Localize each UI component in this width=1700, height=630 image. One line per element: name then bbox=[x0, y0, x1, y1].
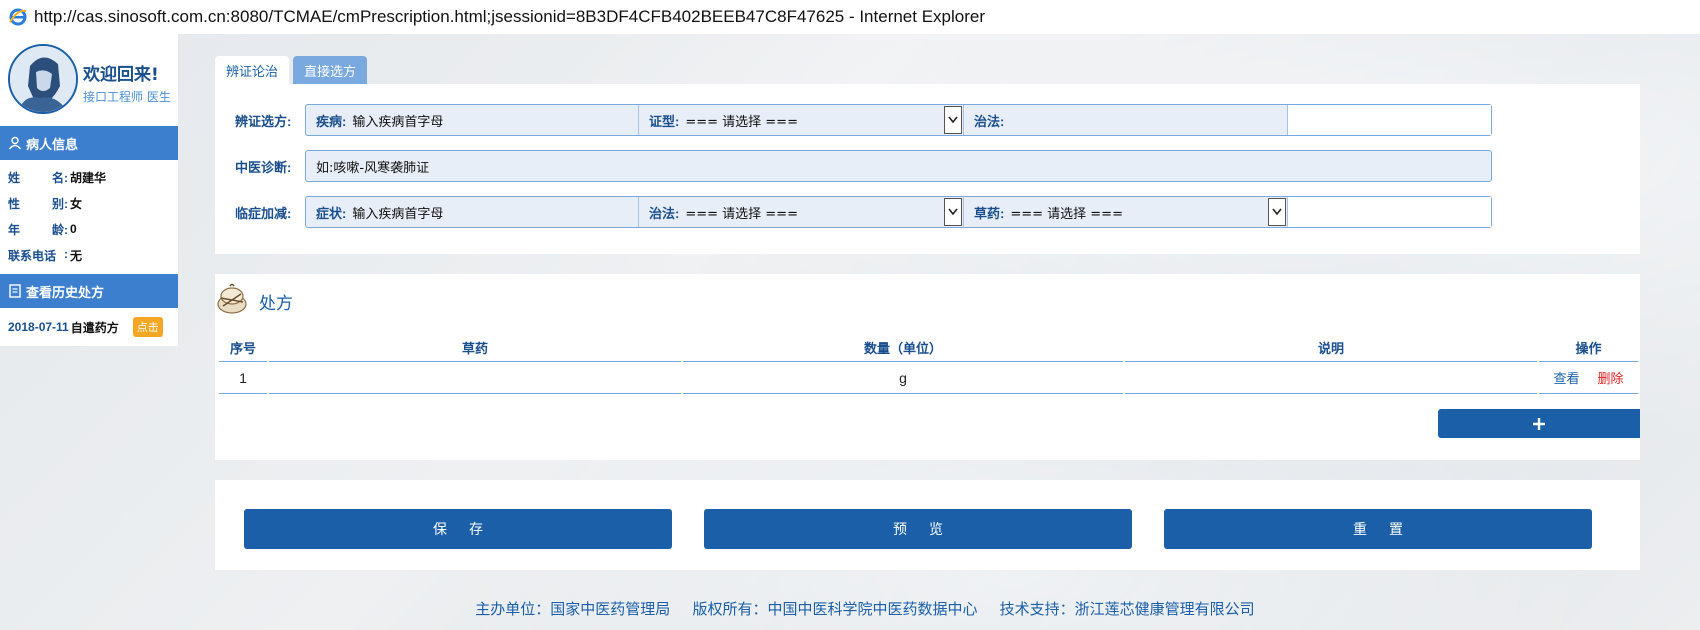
disease-segment: 疾病: 输入疾病首字母 bbox=[306, 105, 639, 135]
tab-direct-select[interactable]: 直接选方 bbox=[293, 56, 368, 84]
document-icon bbox=[8, 284, 22, 298]
patient-info-header: 病人信息 bbox=[0, 126, 178, 160]
select-prescription-extra-field[interactable] bbox=[1288, 105, 1491, 135]
window-titlebar: http://cas.sinosoft.com.cn:8080/TCMAE/cm… bbox=[0, 0, 1700, 34]
therapy2-segment: 治法: === 请选择 === bbox=[639, 197, 964, 227]
patient-name-label: 姓名: bbox=[8, 170, 68, 185]
row-note[interactable] bbox=[1125, 362, 1537, 394]
herb-label: 草药: bbox=[974, 205, 1005, 221]
add-row-button[interactable] bbox=[1438, 409, 1640, 438]
col-note: 说明 bbox=[1125, 334, 1537, 362]
save-button[interactable]: 保存 bbox=[244, 509, 672, 549]
view-link[interactable]: 查看 bbox=[1554, 371, 1580, 386]
patient-age-value: 0 bbox=[70, 222, 77, 236]
preview-button[interactable]: 预览 bbox=[704, 509, 1132, 549]
user-role: 接口工程师 医生 bbox=[83, 90, 171, 104]
reset-button[interactable]: 重置 bbox=[1164, 509, 1592, 549]
select-prescription-group: 疾病: 输入疾病首字母 证型: === 请选择 === 治法: bbox=[305, 104, 1492, 136]
tab-bar: 辨证论治 直接选方 bbox=[215, 56, 368, 84]
patient-age-row: 年龄: 0 bbox=[0, 216, 178, 242]
form-row-diagnosis: 中医诊断: 如:咳嗽-风寒袭肺证 bbox=[235, 150, 1492, 182]
herb-segment: 草药: === 请选择 === bbox=[964, 197, 1288, 227]
col-action: 操作 bbox=[1539, 334, 1638, 362]
row-actions: 查看 删除 bbox=[1539, 362, 1638, 394]
symptom-segment: 症状: 输入疾病首字母 bbox=[306, 197, 639, 227]
select-prescription-label: 辨证选方: bbox=[235, 113, 292, 129]
history-header[interactable]: 查看历史处方 bbox=[0, 274, 178, 308]
therapy2-label: 治法: bbox=[649, 205, 680, 221]
footer-host: 主办单位：国家中医药管理局 bbox=[475, 601, 671, 618]
patient-age-label: 年龄: bbox=[8, 222, 68, 237]
patient-gender-label: 性别: bbox=[8, 196, 68, 211]
therapy2-select-value: === 请选择 === bbox=[685, 206, 798, 222]
history-click-button[interactable]: 点击 bbox=[132, 317, 163, 337]
footer-copyright: 版权所有：中国中医科学院中医药数据中心 bbox=[692, 601, 978, 618]
syndrome-select[interactable]: === 请选择 === bbox=[683, 105, 963, 135]
footer-support: 技术支持：浙江莲芯健康管理有限公司 bbox=[999, 601, 1255, 618]
col-index: 序号 bbox=[219, 334, 267, 362]
herb-bundle-icon bbox=[215, 282, 249, 320]
symptom-input[interactable]: 输入疾病首字母 bbox=[350, 197, 638, 227]
patient-info-title: 病人信息 bbox=[26, 136, 79, 152]
table-header-row: 序号 草药 数量（单位） 说明 操作 bbox=[219, 334, 1638, 362]
row-herb[interactable] bbox=[269, 362, 681, 394]
history-date: 2018-07-11 bbox=[8, 320, 69, 334]
prescription-panel: 处方 序号 草药 数量（单位） 说明 操作 1 g 查看 删除 bbox=[215, 274, 1640, 460]
history-name: 自遣药方 bbox=[70, 320, 119, 335]
col-quantity: 数量（单位） bbox=[683, 334, 1123, 362]
syndrome-select-value: === 请选择 === bbox=[685, 114, 798, 130]
therapy-label: 治法: bbox=[974, 113, 1005, 129]
therapy2-select[interactable]: === 请选择 === bbox=[683, 197, 963, 227]
plus-icon bbox=[1533, 417, 1545, 430]
form-panel: 辨证选方: 疾病: 输入疾病首字母 证型: === 请选择 === 治法: 中医… bbox=[215, 84, 1640, 254]
patient-phone-label: 联系电话: bbox=[8, 246, 68, 263]
history-item[interactable]: 2018-07-11 自遣药方 点击 bbox=[0, 308, 178, 346]
form-row-symptom-adjust: 临症加减: 症状: 输入疾病首字母 治法: === 请选择 === 草药: ==… bbox=[235, 196, 1492, 228]
diagnosis-input[interactable]: 如:咳嗽-风寒袭肺证 bbox=[305, 150, 1492, 182]
welcome-text: 欢迎回来! bbox=[83, 65, 159, 85]
patient-info: 姓名: 胡建华 性别: 女 年龄: 0 联系电话: 无 bbox=[0, 160, 178, 274]
delete-link[interactable]: 删除 bbox=[1597, 371, 1623, 386]
disease-input[interactable]: 输入疾病首字母 bbox=[350, 105, 638, 135]
symptom-label: 症状: bbox=[316, 205, 347, 221]
avatar bbox=[8, 44, 78, 114]
herb-select-value: === 请选择 === bbox=[1010, 206, 1123, 222]
user-icon bbox=[8, 136, 22, 150]
patient-name-value: 胡建华 bbox=[70, 170, 107, 185]
sidebar: 欢迎回来! 接口工程师 医生 病人信息 姓名: 胡建华 性别: 女 年龄: 0 … bbox=[0, 34, 178, 630]
syndrome-label: 证型: bbox=[649, 113, 680, 129]
diagnosis-label: 中医诊断: bbox=[235, 159, 292, 175]
tab-syndrome-differentiation[interactable]: 辨证论治 bbox=[215, 56, 290, 84]
symptom-adjust-extra-field[interactable] bbox=[1288, 197, 1491, 227]
row-quantity[interactable]: g bbox=[683, 362, 1123, 394]
window-title: http://cas.sinosoft.com.cn:8080/TCMAE/cm… bbox=[34, 7, 986, 26]
prescription-title: 处方 bbox=[259, 293, 293, 313]
footer: 主办单位：国家中医药管理局 版权所有：中国中医科学院中医药数据中心 技术支持：浙… bbox=[0, 598, 1700, 619]
symptom-adjust-label: 临症加减: bbox=[235, 205, 292, 221]
form-row-select-prescription: 辨证选方: 疾病: 输入疾病首字母 证型: === 请选择 === 治法: bbox=[235, 104, 1492, 136]
prescription-header: 处方 bbox=[215, 282, 293, 320]
col-herb: 草药 bbox=[269, 334, 681, 362]
therapy-input[interactable] bbox=[1008, 105, 1287, 135]
user-profile: 欢迎回来! 接口工程师 医生 bbox=[0, 34, 178, 126]
patient-phone-row: 联系电话: 无 bbox=[0, 242, 178, 268]
history-title: 查看历史处方 bbox=[26, 284, 105, 300]
patient-name-row: 姓名: 胡建华 bbox=[0, 164, 178, 190]
patient-gender-value: 女 bbox=[70, 196, 83, 211]
herb-select[interactable]: === 请选择 === bbox=[1008, 197, 1287, 227]
disease-label: 疾病: bbox=[316, 113, 347, 129]
chevron-down-icon[interactable] bbox=[944, 106, 962, 134]
internet-explorer-icon bbox=[8, 7, 28, 27]
chevron-down-icon[interactable] bbox=[1268, 198, 1286, 226]
therapy-segment: 治法: bbox=[964, 105, 1288, 135]
patient-gender-row: 性别: 女 bbox=[0, 190, 178, 216]
actions-panel: 保存 预览 重置 bbox=[215, 480, 1640, 570]
symptom-adjust-group: 症状: 输入疾病首字母 治法: === 请选择 === 草药: === 请选择 … bbox=[305, 196, 1492, 228]
chevron-down-icon[interactable] bbox=[944, 198, 962, 226]
syndrome-segment: 证型: === 请选择 === bbox=[639, 105, 964, 135]
patient-phone-value: 无 bbox=[70, 248, 83, 263]
row-index: 1 bbox=[219, 362, 267, 394]
prescription-table: 序号 草药 数量（单位） 说明 操作 1 g 查看 删除 bbox=[217, 334, 1640, 394]
table-row: 1 g 查看 删除 bbox=[219, 362, 1638, 394]
